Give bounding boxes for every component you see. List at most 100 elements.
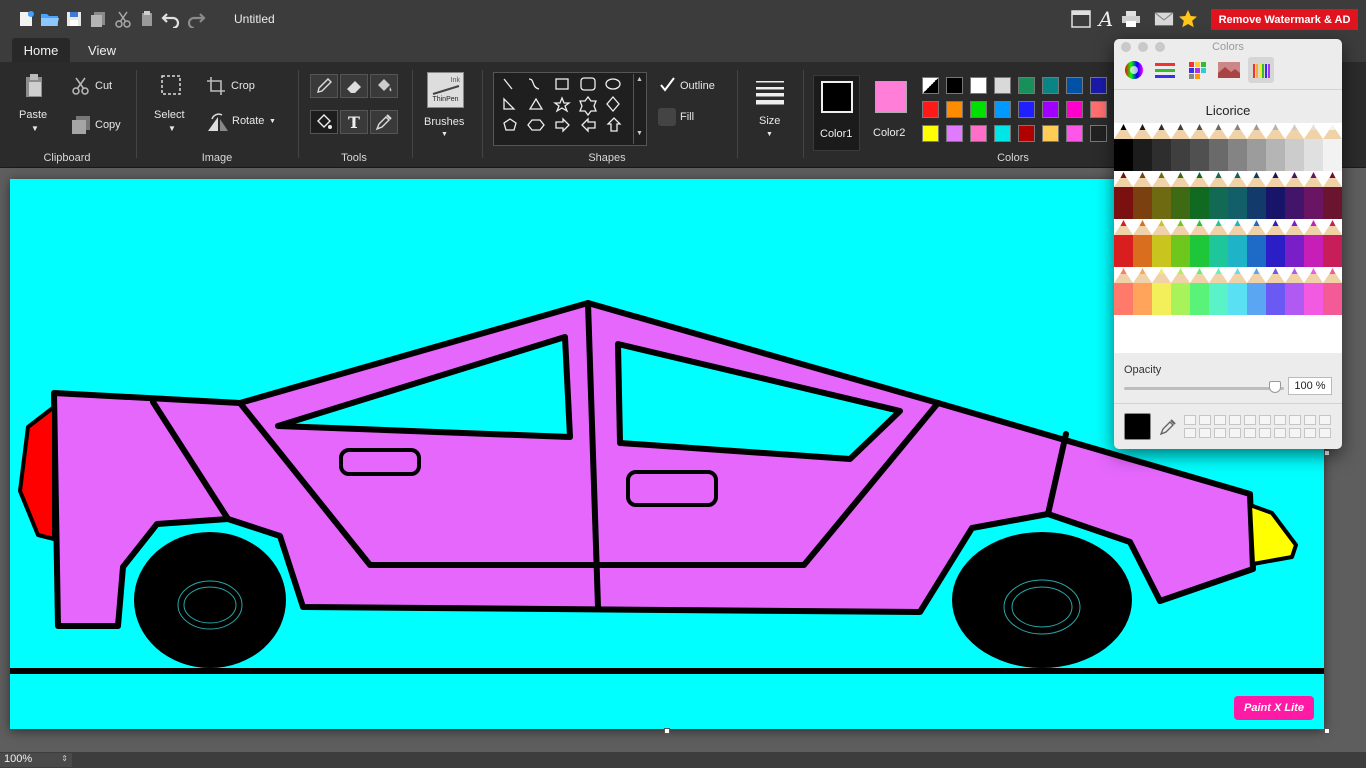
palette-color-swatch[interactable] — [1018, 125, 1035, 142]
undo-icon[interactable] — [161, 9, 181, 29]
palette-color-swatch[interactable] — [1090, 101, 1107, 118]
star-icon[interactable] — [1178, 9, 1198, 29]
custom-color-cell[interactable] — [1319, 415, 1331, 425]
crayon-picker[interactable] — [1114, 123, 1342, 353]
copy-button[interactable]: Copy — [95, 119, 121, 131]
open-folder-icon[interactable] — [40, 9, 60, 29]
palette-color-swatch[interactable] — [1066, 101, 1083, 118]
palette-color-swatch[interactable] — [1018, 101, 1035, 118]
palette-color-swatch[interactable] — [1066, 77, 1083, 94]
pencil-tool[interactable] — [310, 74, 338, 98]
rotate-icon[interactable] — [206, 111, 230, 133]
paste-label[interactable]: Paste — [19, 109, 47, 121]
palette-color-swatch[interactable] — [922, 77, 939, 94]
color-picker-tool[interactable] — [370, 110, 398, 134]
tab-view[interactable]: View — [76, 38, 128, 62]
cut-button[interactable]: Cut — [95, 80, 112, 92]
color-palettes-icon[interactable] — [1184, 57, 1210, 83]
resize-handle-right[interactable] — [1324, 450, 1330, 456]
custom-color-cell[interactable] — [1259, 415, 1271, 425]
select-button[interactable]: Select — [154, 109, 185, 121]
palette-color-swatch[interactable] — [922, 101, 939, 118]
paste-dropdown-icon[interactable]: ▼ — [31, 124, 39, 133]
resize-handle-corner[interactable] — [1324, 728, 1330, 734]
fill-label[interactable]: Fill — [680, 111, 694, 123]
font-icon[interactable]: A — [1096, 7, 1116, 31]
size-dropdown-icon[interactable]: ▼ — [766, 131, 773, 138]
fill-bucket-tool[interactable] — [370, 74, 398, 98]
palette-color-swatch[interactable] — [1066, 125, 1083, 142]
image-palettes-icon[interactable] — [1216, 57, 1242, 83]
size-button[interactable]: Size — [759, 115, 780, 127]
custom-color-cell[interactable] — [1274, 428, 1286, 438]
palette-color-swatch[interactable] — [1042, 101, 1059, 118]
palette-color-swatch[interactable] — [922, 125, 939, 142]
palette-color-swatch[interactable] — [1018, 77, 1035, 94]
scroll-up-icon[interactable]: ▲ — [636, 76, 643, 83]
custom-color-cell[interactable] — [1214, 415, 1226, 425]
rotate-dropdown-icon[interactable]: ▼ — [269, 118, 276, 125]
custom-color-cell[interactable] — [1199, 415, 1211, 425]
paste-icon[interactable] — [137, 9, 157, 29]
custom-color-cell[interactable] — [1199, 428, 1211, 438]
fill-tool[interactable] — [310, 110, 338, 134]
select-icon[interactable] — [160, 74, 182, 96]
color-sliders-icon[interactable] — [1152, 57, 1178, 83]
current-color-swatch[interactable] — [1124, 413, 1151, 440]
brushes-dropdown-icon[interactable]: ▼ — [441, 131, 448, 138]
eyedropper-icon[interactable] — [1158, 417, 1178, 437]
window-icon[interactable] — [1071, 9, 1091, 29]
remove-watermark-button[interactable]: Remove Watermark & AD — [1211, 9, 1358, 30]
paste-icon[interactable] — [22, 72, 46, 100]
select-dropdown-icon[interactable]: ▼ — [168, 124, 176, 133]
brushes-button[interactable]: Brushes — [424, 116, 464, 128]
copy-icon[interactable] — [70, 115, 92, 135]
opacity-value-field[interactable]: 100 % — [1288, 377, 1332, 395]
crop-icon[interactable] — [206, 76, 226, 96]
palette-color-swatch[interactable] — [1042, 125, 1059, 142]
mail-icon[interactable] — [1154, 9, 1174, 29]
custom-color-cell[interactable] — [1274, 415, 1286, 425]
custom-color-cell[interactable] — [1304, 428, 1316, 438]
copy-pages-icon[interactable] — [88, 9, 108, 29]
zoom-selector[interactable]: 100% ⇕ — [0, 753, 72, 767]
color1-button[interactable]: Color1 — [813, 75, 860, 151]
color2-button[interactable]: Color2 — [866, 75, 916, 151]
custom-color-cell[interactable] — [1229, 428, 1241, 438]
save-icon[interactable] — [64, 9, 84, 29]
palette-color-swatch[interactable] — [1090, 77, 1107, 94]
custom-color-cell[interactable] — [1289, 415, 1301, 425]
palette-color-swatch[interactable] — [994, 101, 1011, 118]
custom-color-cell[interactable] — [1319, 428, 1331, 438]
text-tool[interactable]: T — [340, 110, 368, 134]
palette-color-swatch[interactable] — [1042, 77, 1059, 94]
outline-checkbox[interactable] — [658, 76, 676, 94]
fill-checkbox[interactable] — [658, 108, 676, 126]
palette-color-swatch[interactable] — [994, 125, 1011, 142]
crop-button[interactable]: Crop — [231, 80, 255, 92]
custom-color-cell[interactable] — [1244, 428, 1256, 438]
palette-color-swatch[interactable] — [970, 77, 987, 94]
custom-color-cell[interactable] — [1184, 428, 1196, 438]
custom-color-cell[interactable] — [1304, 415, 1316, 425]
pencils-icon[interactable] — [1248, 57, 1274, 83]
opacity-slider[interactable] — [1124, 387, 1284, 390]
line-size-icon[interactable] — [754, 78, 786, 106]
palette-color-swatch[interactable] — [1090, 125, 1107, 142]
scissors-icon[interactable] — [113, 9, 133, 29]
redo-icon[interactable] — [186, 9, 206, 29]
paint-x-lite-watermark[interactable]: Paint X Lite — [1234, 696, 1314, 720]
scroll-down-icon[interactable]: ▼ — [636, 130, 643, 137]
rotate-button[interactable]: Rotate — [232, 115, 264, 127]
shapes-scrollbar[interactable]: ▲ ▼ — [633, 74, 645, 144]
opacity-slider-knob[interactable] — [1269, 381, 1281, 393]
palette-color-swatch[interactable] — [946, 77, 963, 94]
custom-color-cell[interactable] — [1184, 415, 1196, 425]
outline-label[interactable]: Outline — [680, 80, 715, 92]
printer-icon[interactable] — [1121, 9, 1141, 29]
custom-color-cell[interactable] — [1259, 428, 1271, 438]
tab-home[interactable]: Home — [12, 38, 70, 62]
palette-color-swatch[interactable] — [946, 125, 963, 142]
palette-color-swatch[interactable] — [970, 101, 987, 118]
new-file-icon[interactable] — [16, 9, 36, 29]
